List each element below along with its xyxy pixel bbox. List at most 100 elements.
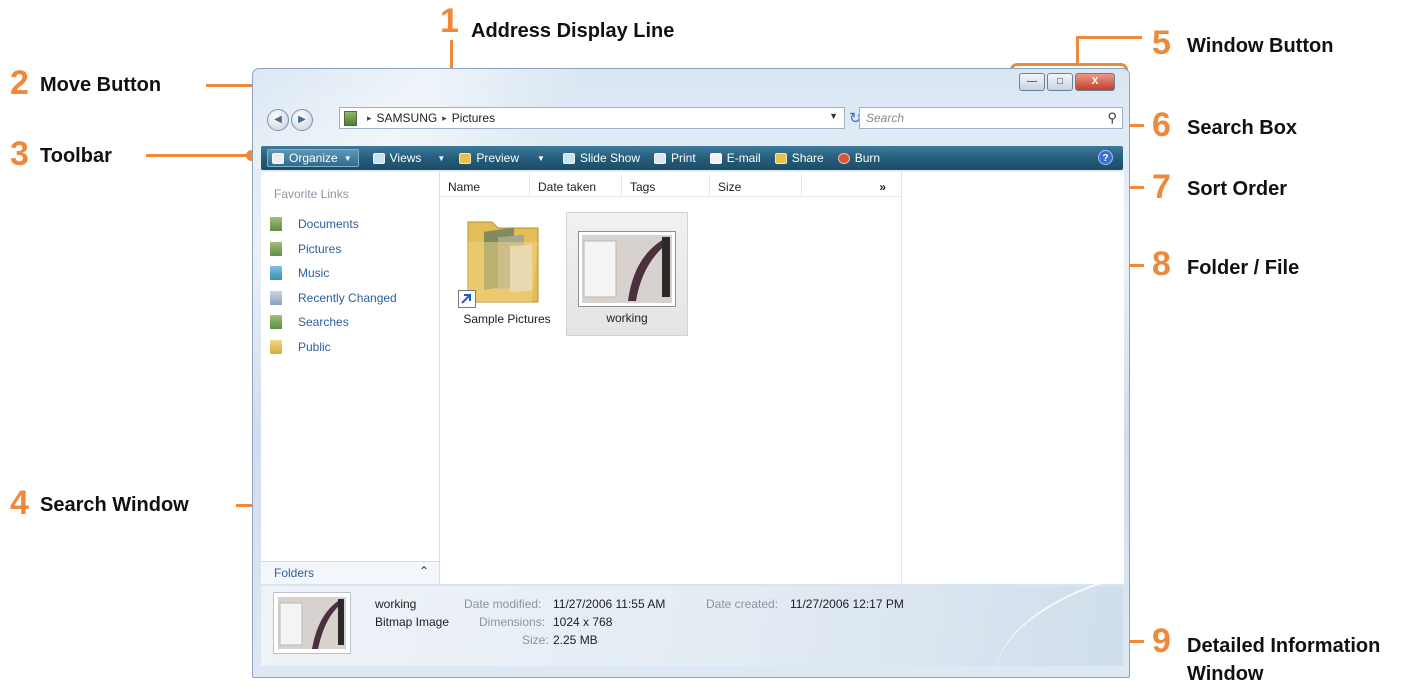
maximize-button[interactable]: □ [1047,73,1073,91]
favorite-link-documents[interactable]: Documents [270,212,397,237]
callout-label-toolbar: Toolbar [40,145,112,167]
chevron-down-icon: ▼ [537,153,545,163]
chevron-down-icon: ▼ [437,153,446,163]
folders-toggle[interactable]: Folders ⌃ [261,561,439,584]
file-item-working[interactable]: working [566,212,688,336]
address-bar[interactable]: ▸ SAMSUNG ▸ Pictures ▼ [339,107,845,129]
callout-number-5: 5 [1152,24,1171,62]
pictures-icon [270,241,282,256]
details-file-type: Bitmap Image [375,615,450,629]
callout-label-detail-info: Detailed Information [1187,635,1381,657]
callout-number-7: 7 [1152,168,1171,206]
favorite-link-label: Music [298,266,330,281]
search-icon[interactable]: ⚲ [1107,110,1117,126]
file-list: Name Date taken Tags Size » Sample Pictu… [440,172,901,584]
close-button[interactable]: X [1075,73,1115,91]
callout-label-sort-order: Sort Order [1187,178,1288,200]
callout-number-1: 1 [440,2,459,40]
explorer-window: — □ X ◀ ▶ ▸ SAMSUNG ▸ Pictures ▼ ↻ Searc… [252,68,1130,678]
callout-label-move: Move Button [40,74,162,96]
image-thumbnail-icon [278,597,346,649]
details-date-created: 11/27/2006 12:17 PM [790,597,904,611]
burn-label: Burn [854,151,881,165]
favorite-link-public[interactable]: Public [270,335,397,360]
back-button[interactable]: ◀ [267,109,289,131]
details-file-name: working [375,597,417,611]
column-name[interactable]: Name [440,174,530,196]
callout-label-detail-info-2: Window [1187,663,1264,685]
print-label: Print [671,151,696,165]
favorite-link-music[interactable]: Music [270,261,397,286]
callout-label-search-window: Search Window [40,494,189,516]
favorite-link-recently-changed[interactable]: Recently Changed [270,286,397,311]
favorite-link-label: Recently Changed [298,290,397,305]
print-button[interactable]: Print [654,151,696,165]
address-dropdown-icon[interactable]: ▼ [829,111,838,121]
email-label: E-mail [726,151,761,165]
shortcut-icon [458,290,476,308]
share-button[interactable]: Share [774,151,824,165]
favorite-link-label: Pictures [298,241,342,256]
callout-number-4: 4 [10,484,29,522]
slideshow-button[interactable]: Slide Show [562,151,640,165]
details-pane: working Bitmap Image Date modified: 11/2… [261,581,1123,677]
computer-icon [344,110,357,126]
favorite-link-searches[interactable]: Searches [270,310,397,335]
views-icon [372,152,385,164]
breadcrumb-pictures[interactable]: Pictures [452,111,495,125]
preview-button[interactable]: Preview ▼ [459,151,545,165]
details-thumbnail [273,592,351,654]
toolbar: Organize ▼ Views ▼ Preview ▼ Slide Show … [261,146,1123,170]
details-size-label: Size: [522,633,549,647]
favorite-link-label: Searches [298,315,349,330]
details-date-modified-label: Date modified: [464,597,542,611]
printer-icon [654,152,666,164]
column-tags[interactable]: Tags [622,174,710,196]
callout-label-folder-file: Folder / File [1187,257,1300,279]
organize-icon [272,152,284,164]
email-icon [709,152,722,164]
chevron-up-icon: ⌃ [418,564,429,578]
file-item-label: Sample Pictures [463,312,551,326]
organize-button[interactable]: Organize ▼ [267,149,359,167]
documents-icon [270,217,282,232]
callout-number-6: 6 [1152,106,1171,144]
slideshow-icon [562,152,575,164]
callout-number-8: 8 [1152,245,1171,283]
details-dimensions: 1024 x 768 [553,615,613,629]
more-columns-button[interactable]: » [802,174,894,196]
breadcrumb-separator-icon: ▸ [442,112,447,123]
favorite-link-label: Public [298,339,331,354]
callout-number-9: 9 [1152,622,1171,660]
right-pane [901,172,1124,584]
preview-icon [459,152,472,164]
searches-icon [270,315,282,330]
search-input[interactable]: Search ⚲ [859,107,1123,129]
burn-icon [837,152,850,164]
share-label: Share [791,151,824,165]
navigation-pane: Favorite Links Documents Pictures Music … [261,172,440,584]
help-icon[interactable]: ? [1098,150,1113,165]
callout-number-2: 2 [10,64,29,102]
favorite-link-label: Documents [298,217,359,232]
minimize-button[interactable]: — [1019,73,1045,91]
forward-button[interactable]: ▶ [291,109,313,131]
music-icon [270,266,282,281]
breadcrumb-samsung[interactable]: SAMSUNG [377,111,438,125]
breadcrumb-separator-icon: ▸ [367,112,372,123]
column-date-taken[interactable]: Date taken [530,174,622,196]
search-placeholder: Search [866,111,905,125]
details-date-modified: 11/27/2006 11:55 AM [553,597,666,611]
callout-line-3 [146,154,250,157]
callout-line-5a [1076,36,1142,39]
callout-label-search-box: Search Box [1187,117,1298,139]
burn-button[interactable]: Burn [837,151,881,165]
file-item-sample-pictures[interactable]: Sample Pictures [446,212,568,336]
favorite-link-pictures[interactable]: Pictures [270,237,397,262]
window-buttons: — □ X [1019,73,1115,91]
views-label: Views [389,151,422,165]
email-button[interactable]: E-mail [709,151,761,165]
views-button[interactable]: Views ▼ [372,151,446,165]
column-headers: Name Date taken Tags Size » [440,174,901,197]
column-size[interactable]: Size [710,174,802,196]
